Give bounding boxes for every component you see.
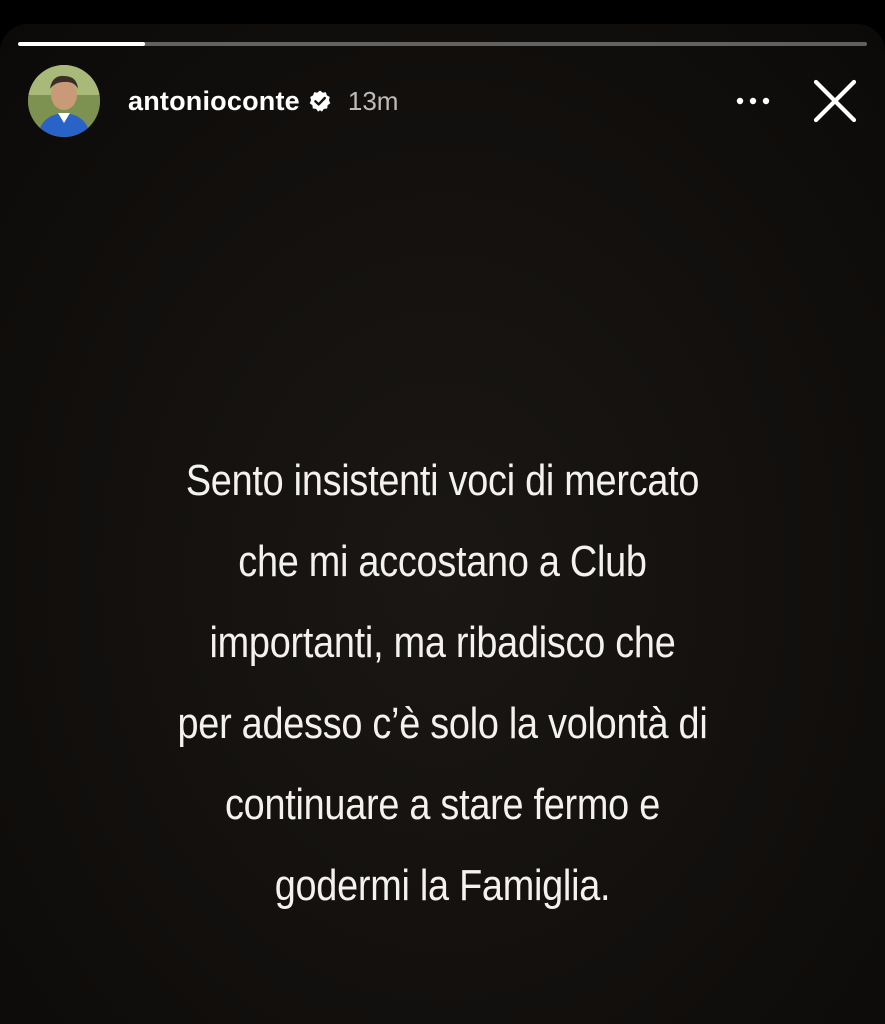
story-text-line: godermi la Famiglia.	[274, 861, 611, 910]
story-progress-bar	[18, 42, 867, 46]
story-text-line: continuare a stare fermo e	[225, 780, 660, 829]
more-horizontal-icon	[736, 97, 770, 105]
story-text: Sento insistenti voci di mercato che mi …	[96, 440, 788, 926]
story-text-line: per adesso c’è solo la volontà di	[177, 699, 708, 748]
avatar-image	[28, 65, 100, 137]
story-progress-fill	[18, 42, 146, 46]
username[interactable]: antonioconte	[128, 86, 300, 117]
more-options-button[interactable]	[723, 71, 783, 131]
story-text-line: importanti, ma ribadisco che	[209, 618, 676, 667]
story-timestamp: 13m	[347, 85, 399, 116]
instagram-story-screen: antonioconte 13m Sento insistenti voci d…	[0, 0, 885, 1024]
verified-badge-icon	[308, 89, 332, 113]
story-header: antonioconte 13m	[28, 64, 865, 138]
story-text-line: che mi accostano a Club	[238, 537, 647, 586]
story-card[interactable]: antonioconte 13m Sento insistenti voci d…	[0, 24, 885, 1024]
close-button[interactable]	[805, 71, 865, 131]
close-icon	[813, 79, 857, 123]
story-text-line: Sento insistenti voci di mercato	[185, 456, 700, 505]
avatar[interactable]	[28, 65, 100, 137]
